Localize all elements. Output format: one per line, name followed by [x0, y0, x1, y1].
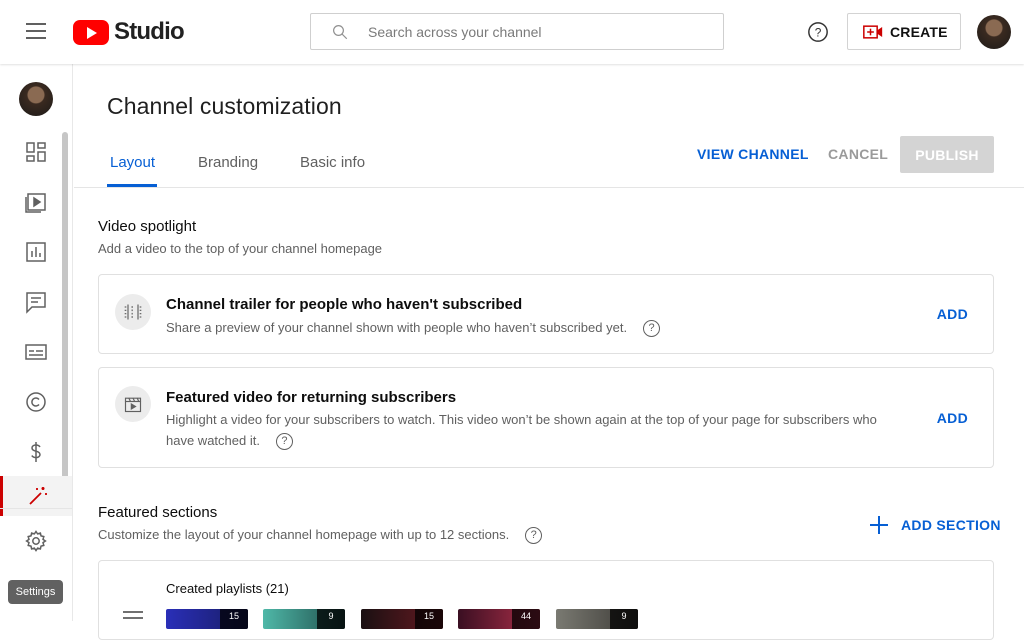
- sidebar-item-settings[interactable]: [0, 521, 72, 561]
- tab-branding[interactable]: Branding: [198, 154, 258, 171]
- featured-sections-subtitle: Customize the layout of your channel hom…: [98, 527, 543, 545]
- sidebar-item-copyright[interactable]: [0, 382, 72, 422]
- page-title: Channel customization: [107, 93, 342, 119]
- playlist-video-count: 15: [415, 609, 443, 629]
- channel-avatar[interactable]: [19, 82, 53, 116]
- featured-video-card: Featured video for returning subscribers…: [98, 367, 994, 468]
- plus-icon: [870, 516, 888, 534]
- publish-button[interactable]: PUBLISH: [900, 136, 994, 173]
- featured-sections-title: Featured sections: [98, 504, 218, 521]
- channel-trailer-desc-text: Share a preview of your channel shown wi…: [166, 320, 628, 335]
- add-section-label: ADD SECTION: [901, 517, 1001, 533]
- svg-text:?: ?: [815, 26, 822, 40]
- playlist-video-count: 9: [610, 609, 638, 629]
- menu-icon[interactable]: [26, 23, 46, 39]
- film-strip-icon: [115, 294, 151, 330]
- comments-icon: [26, 292, 46, 314]
- clapperboard-icon: [115, 386, 151, 422]
- playlist-thumbnail[interactable]: 15: [166, 609, 248, 629]
- add-trailer-button[interactable]: ADD: [937, 306, 968, 322]
- playlist-thumbnail[interactable]: 15: [361, 609, 443, 629]
- playlist-video-count: 44: [512, 609, 540, 629]
- drag-handle-icon[interactable]: [123, 611, 143, 623]
- channel-trailer-title: Channel trailer for people who haven't s…: [166, 296, 523, 313]
- top-header: Studio ? CREATE: [0, 0, 1024, 64]
- help-icon[interactable]: ?: [525, 527, 543, 545]
- sidebar-item-dashboard[interactable]: [0, 132, 72, 172]
- search-box[interactable]: [310, 13, 724, 50]
- dollar-icon: [31, 442, 41, 462]
- playlist-video-count: 9: [317, 609, 345, 629]
- create-label: CREATE: [890, 23, 948, 40]
- featured-video-desc: Highlight a video for your subscribers t…: [166, 409, 926, 451]
- view-channel-button[interactable]: VIEW CHANNEL: [697, 146, 809, 162]
- content-icon: [25, 193, 46, 213]
- created-playlists-card: Created playlists (21) 15 9 15 44 9: [98, 560, 994, 640]
- sidebar-item-customization[interactable]: [0, 476, 72, 516]
- cancel-button[interactable]: CANCEL: [828, 146, 888, 162]
- help-icon[interactable]: ?: [807, 21, 829, 43]
- tabs-divider: [74, 187, 1024, 188]
- add-section-button[interactable]: ADD SECTION: [870, 516, 1001, 534]
- playlist-thumbnail[interactable]: 9: [556, 609, 638, 629]
- video-spotlight-title: Video spotlight: [98, 218, 197, 235]
- subtitles-icon: [25, 344, 47, 360]
- account-avatar[interactable]: [977, 15, 1011, 49]
- studio-logo[interactable]: Studio: [73, 18, 185, 46]
- search-input[interactable]: [368, 22, 708, 42]
- copyright-icon: [26, 392, 46, 412]
- channel-trailer-card: Channel trailer for people who haven't s…: [98, 274, 994, 354]
- gear-icon: [25, 530, 47, 552]
- sidebar-item-subtitles[interactable]: [0, 332, 72, 372]
- video-camera-plus-icon: [863, 24, 883, 39]
- tab-basic-info[interactable]: Basic info: [300, 154, 365, 171]
- channel-trailer-desc: Share a preview of your channel shown wi…: [166, 317, 661, 338]
- dashboard-icon: [26, 142, 46, 162]
- help-icon[interactable]: ?: [275, 433, 293, 451]
- tab-layout[interactable]: Layout: [110, 154, 155, 171]
- playlist-thumbnail[interactable]: 44: [458, 609, 540, 629]
- featured-video-desc-line2: have watched it.?: [166, 430, 926, 451]
- featured-video-desc-line1: Highlight a video for your subscribers t…: [166, 412, 877, 427]
- create-button[interactable]: CREATE: [847, 13, 961, 50]
- analytics-icon: [26, 242, 46, 262]
- add-featured-video-button[interactable]: ADD: [937, 410, 968, 426]
- sidebar-item-analytics[interactable]: [0, 232, 72, 272]
- help-icon[interactable]: ?: [643, 320, 661, 338]
- sidebar-item-earn[interactable]: [0, 432, 72, 472]
- sidebar-item-comments[interactable]: [0, 282, 72, 322]
- left-sidebar: Settings: [0, 64, 73, 621]
- playlist-thumbnail[interactable]: 9: [263, 609, 345, 629]
- sidebar-divider: [0, 508, 72, 509]
- magic-wand-icon: [28, 487, 47, 505]
- video-spotlight-subtitle: Add a video to the top of your channel h…: [98, 241, 383, 256]
- youtube-play-icon: [73, 19, 109, 45]
- created-playlists-title: Created playlists (21): [166, 581, 289, 596]
- sidebar-item-content[interactable]: [0, 182, 72, 222]
- main-content: Channel customization Layout Branding Ba…: [74, 64, 1024, 640]
- playlist-video-count: 15: [220, 609, 248, 629]
- search-icon: [333, 25, 348, 40]
- logo-text: Studio: [114, 18, 185, 45]
- settings-tooltip: Settings: [8, 580, 63, 604]
- featured-video-title: Featured video for returning subscribers: [166, 389, 457, 406]
